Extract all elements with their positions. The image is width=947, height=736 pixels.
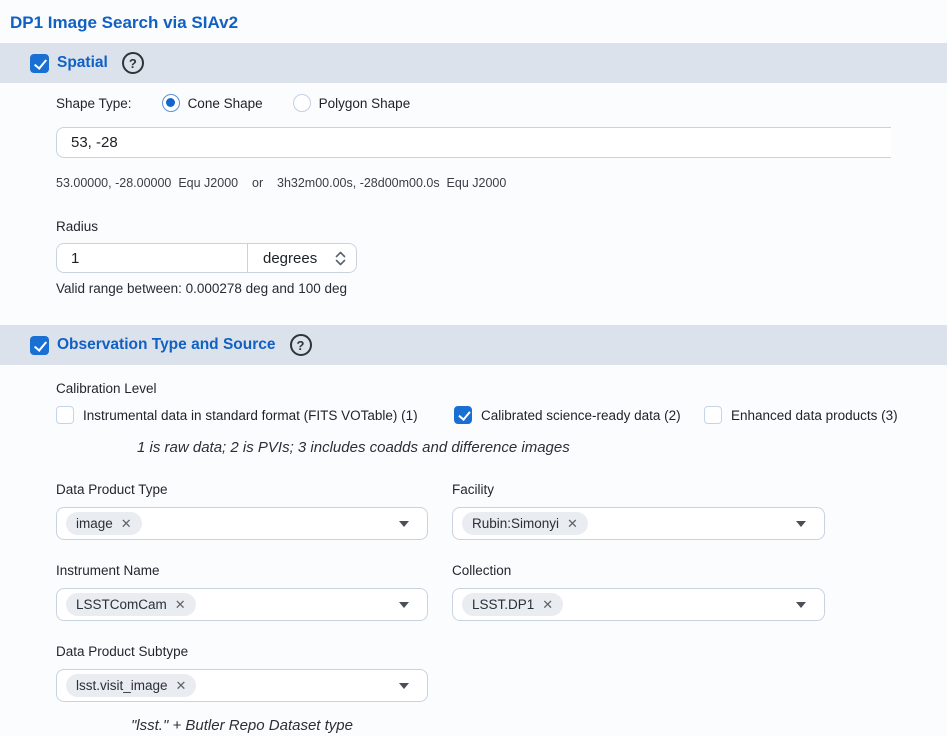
chevron-up-icon xyxy=(335,251,346,258)
radio-polygon-shape[interactable]: Polygon Shape xyxy=(293,94,411,112)
remove-icon[interactable]: ✕ xyxy=(121,517,132,530)
coordinates-input[interactable] xyxy=(56,127,891,158)
stepper-icons[interactable] xyxy=(335,251,346,266)
chip-lsst-visit-image: lsst.visit_image ✕ xyxy=(66,674,196,697)
chip-rubin-simonyi: Rubin:Simonyi ✕ xyxy=(462,512,588,535)
data-product-type-label: Data Product Type xyxy=(56,482,428,497)
field-data-product-type: Data Product Type image ✕ xyxy=(56,482,428,540)
chip-label: image xyxy=(76,516,113,531)
data-product-type-combobox[interactable]: image ✕ xyxy=(56,507,428,540)
checkbox-calibration-1-label: Instrumental data in standard format (FI… xyxy=(83,408,418,423)
chevron-down-icon[interactable] xyxy=(399,521,409,527)
checkbox-icon[interactable] xyxy=(454,406,472,424)
radio-icon[interactable] xyxy=(293,94,311,112)
chip-lsstcomcam: LSSTComCam ✕ xyxy=(66,593,196,616)
chip-lsst-dp1: LSST.DP1 ✕ xyxy=(462,593,563,616)
radius-unit-select[interactable]: degrees xyxy=(247,244,356,272)
spatial-section-checkbox[interactable] xyxy=(30,54,49,73)
spatial-section-body: Shape Type: Cone Shape Polygon Shape 53.… xyxy=(0,94,947,296)
radius-label: Radius xyxy=(56,219,947,234)
calibration-options-row: Instrumental data in standard format (FI… xyxy=(56,406,947,424)
remove-icon[interactable]: ✕ xyxy=(567,517,578,530)
observation-section-body: Calibration Level Instrumental data in s… xyxy=(0,381,947,734)
field-collection: Collection LSST.DP1 ✕ xyxy=(452,563,825,621)
observation-section-title: Observation Type and Source xyxy=(57,336,276,354)
collection-label: Collection xyxy=(452,563,825,578)
instrument-name-label: Instrument Name xyxy=(56,563,428,578)
calibration-note: 1 is raw data; 2 is PVIs; 3 includes coa… xyxy=(137,439,947,456)
chevron-down-icon xyxy=(335,259,346,266)
subtype-note: "lsst." + Butler Repo Dataset type xyxy=(56,717,428,734)
radio-cone-shape[interactable]: Cone Shape xyxy=(162,94,263,112)
instrument-name-combobox[interactable]: LSSTComCam ✕ xyxy=(56,588,428,621)
chevron-down-icon[interactable] xyxy=(399,602,409,608)
chip-label: LSST.DP1 xyxy=(472,597,534,612)
checkbox-icon[interactable] xyxy=(56,406,74,424)
radius-input[interactable] xyxy=(57,244,247,272)
remove-icon[interactable]: ✕ xyxy=(542,598,553,611)
help-icon[interactable]: ? xyxy=(122,52,144,74)
observation-section-header: Observation Type and Source ? xyxy=(0,325,947,365)
checkbox-calibration-3-label: Enhanced data products (3) xyxy=(731,408,898,423)
checkbox-calibration-2[interactable]: Calibrated science-ready data (2) xyxy=(454,406,704,424)
remove-icon[interactable]: ✕ xyxy=(175,598,186,611)
checkbox-calibration-3[interactable]: Enhanced data products (3) xyxy=(704,406,898,424)
chip-image: image ✕ xyxy=(66,512,142,535)
chip-label: LSSTComCam xyxy=(76,597,167,612)
shape-type-row: Shape Type: Cone Shape Polygon Shape xyxy=(56,94,947,112)
observation-section-checkbox[interactable] xyxy=(30,336,49,355)
radio-icon[interactable] xyxy=(162,94,180,112)
radius-valid-range-text: Valid range between: 0.000278 deg and 10… xyxy=(56,281,947,296)
page-title: DP1 Image Search via SIAv2 xyxy=(0,0,947,43)
coordinates-helper-text: 53.00000, -28.00000 Equ J2000 or 3h32m00… xyxy=(56,176,947,190)
fields-grid: Data Product Type image ✕ Facility Rubin… xyxy=(56,482,947,734)
facility-label: Facility xyxy=(452,482,825,497)
chip-label: Rubin:Simonyi xyxy=(472,516,559,531)
radius-unit-value: degrees xyxy=(263,250,335,267)
checkbox-calibration-2-label: Calibrated science-ready data (2) xyxy=(481,408,681,423)
chip-label: lsst.visit_image xyxy=(76,678,168,693)
chevron-down-icon[interactable] xyxy=(796,521,806,527)
radius-input-group: degrees xyxy=(56,243,357,273)
radio-polygon-shape-label: Polygon Shape xyxy=(319,96,411,111)
facility-combobox[interactable]: Rubin:Simonyi ✕ xyxy=(452,507,825,540)
spatial-section-title: Spatial xyxy=(57,54,108,72)
checkbox-icon[interactable] xyxy=(704,406,722,424)
data-product-subtype-label: Data Product Subtype xyxy=(56,644,428,659)
field-instrument-name: Instrument Name LSSTComCam ✕ xyxy=(56,563,428,621)
radio-cone-shape-label: Cone Shape xyxy=(188,96,263,111)
shape-type-label: Shape Type: xyxy=(56,96,132,111)
collection-combobox[interactable]: LSST.DP1 ✕ xyxy=(452,588,825,621)
chevron-down-icon[interactable] xyxy=(399,683,409,689)
chevron-down-icon[interactable] xyxy=(796,602,806,608)
calibration-level-label: Calibration Level xyxy=(56,381,947,396)
field-data-product-subtype: Data Product Subtype lsst.visit_image ✕ … xyxy=(56,644,428,734)
spatial-section-header: Spatial ? xyxy=(0,43,947,83)
field-facility: Facility Rubin:Simonyi ✕ xyxy=(452,482,825,540)
data-product-subtype-combobox[interactable]: lsst.visit_image ✕ xyxy=(56,669,428,702)
help-icon[interactable]: ? xyxy=(290,334,312,356)
remove-icon[interactable]: ✕ xyxy=(176,679,187,692)
checkbox-calibration-1[interactable]: Instrumental data in standard format (FI… xyxy=(56,406,454,424)
